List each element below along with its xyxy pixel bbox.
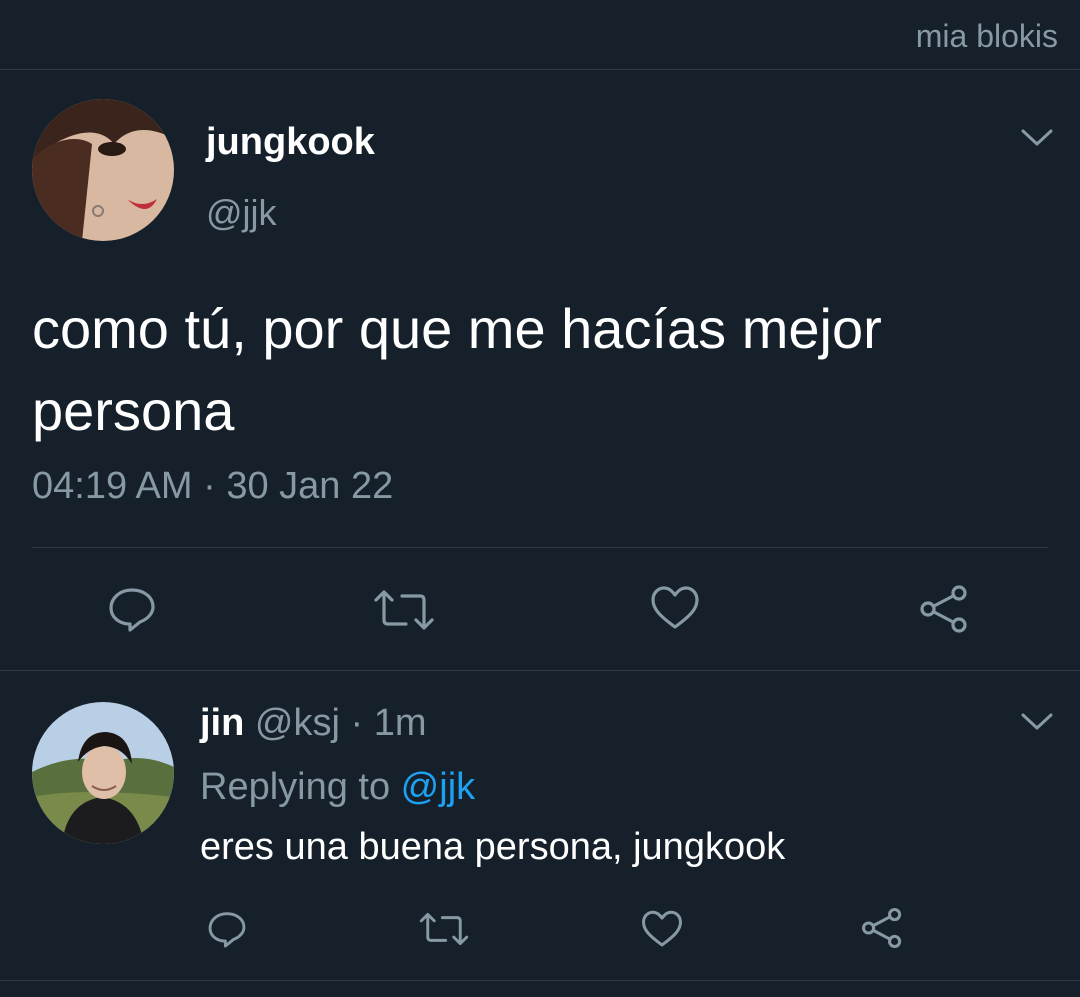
avatar[interactable]: [32, 99, 174, 241]
share-icon[interactable]: [918, 584, 970, 634]
tweet-timestamp: 04:19 AM · 30 Jan 22: [32, 465, 393, 508]
divider: [0, 670, 1080, 671]
tweet-text: como tú, por que me hacías mejor persona: [32, 297, 882, 442]
timestamp-separator: ·: [192, 465, 227, 507]
like-icon[interactable]: [641, 909, 683, 949]
watermark-text: mia blokis: [915, 18, 1058, 54]
replying-to-line: Replying to @jjk: [200, 766, 475, 809]
reply-text: eres una buena persona, jungkook: [200, 826, 786, 868]
reply-separator: ·: [339, 702, 374, 744]
divider: [0, 980, 1080, 981]
reply-author-handle[interactable]: @ksj: [255, 702, 340, 744]
tweet-author-handle[interactable]: @jjk: [206, 192, 277, 234]
replying-to-label: Replying to: [200, 766, 401, 808]
chevron-down-icon[interactable]: [1020, 127, 1054, 149]
retweet-icon[interactable]: [372, 588, 436, 632]
top-bar: mia blokis: [0, 0, 1080, 70]
share-icon[interactable]: [860, 907, 904, 949]
tweet-time: 04:19 AM: [32, 465, 193, 507]
tweet-author-name[interactable]: jungkook: [206, 121, 375, 164]
reply-icon[interactable]: [206, 909, 248, 949]
divider: [32, 547, 1048, 548]
mention-link[interactable]: @jjk: [401, 766, 475, 808]
profile-photo: [32, 99, 174, 241]
reply-icon[interactable]: [106, 586, 158, 632]
tweet-detail-screen: mia blokis jungkook @jjk como tú, por qu…: [0, 0, 1080, 997]
retweet-icon[interactable]: [418, 911, 470, 947]
reply-author-name[interactable]: jin: [200, 702, 244, 744]
like-icon[interactable]: [650, 585, 700, 631]
reply-header: jin @ksj · 1m: [200, 702, 427, 745]
chevron-down-icon[interactable]: [1020, 711, 1054, 733]
avatar[interactable]: [32, 702, 174, 844]
reply-age: 1m: [373, 702, 427, 744]
profile-photo: [32, 702, 174, 844]
tweet-date: 30 Jan 22: [226, 465, 394, 507]
